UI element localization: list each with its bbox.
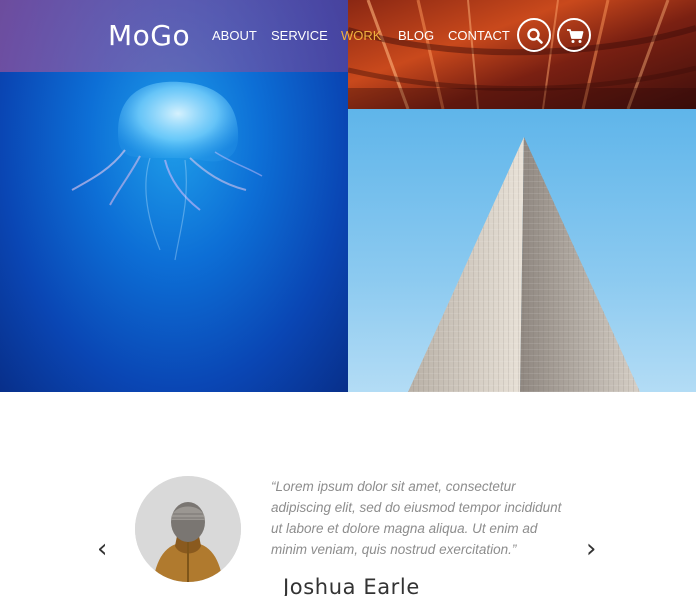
- nav-item-about[interactable]: ABOUT: [212, 28, 257, 43]
- skyscraper-illustration: [408, 137, 640, 392]
- cart-button[interactable]: [557, 18, 591, 52]
- search-icon: [527, 28, 543, 44]
- skyscraper-image[interactable]: [348, 109, 696, 392]
- nav-item-blog[interactable]: BLOG: [398, 28, 434, 43]
- testimonial-section: ‹ “Lorem ipsum dolor sit amet, consectet…: [0, 392, 696, 596]
- cart-icon: [567, 29, 584, 43]
- nav-item-work[interactable]: WORK: [341, 28, 381, 43]
- testimonial-author: Joshua Earle: [283, 575, 420, 596]
- testimonial-quote: “Lorem ipsum dolor sit amet, consectetur…: [271, 479, 562, 557]
- prev-arrow[interactable]: ‹: [97, 536, 107, 562]
- search-button[interactable]: [517, 18, 551, 52]
- next-arrow[interactable]: ›: [586, 536, 596, 562]
- nav-item-contact[interactable]: CONTACT: [448, 28, 510, 43]
- nav-item-service[interactable]: SERVICE: [271, 28, 328, 43]
- top-navbar: MoGo ABOUT SERVICE WORK BLOG CONTACT: [0, 0, 696, 72]
- logo[interactable]: MoGo: [108, 19, 190, 52]
- avatar: [135, 476, 241, 582]
- avatar-photo: [135, 476, 241, 582]
